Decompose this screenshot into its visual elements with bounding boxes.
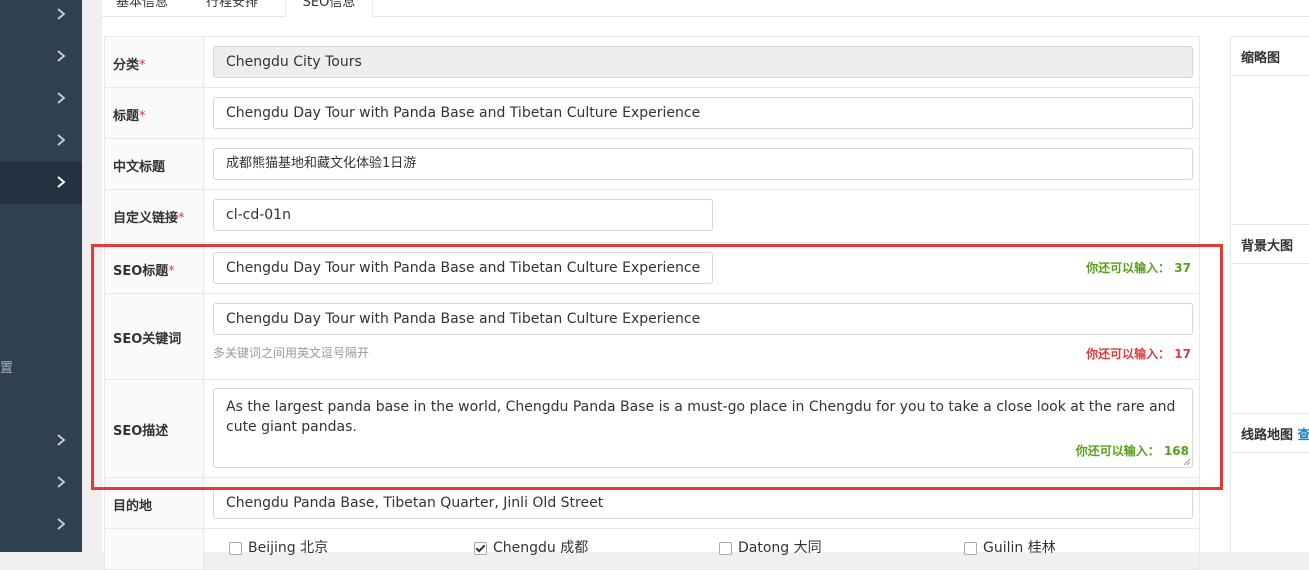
resize-handle-icon[interactable] <box>1183 458 1191 466</box>
chevron-right-icon <box>57 134 66 146</box>
sidebar-item[interactable] <box>0 462 82 504</box>
custom-link-input[interactable]: cl-cd-01n <box>213 199 713 231</box>
chevron-right-icon <box>57 434 66 446</box>
tab-label: SEO信息 <box>302 0 356 10</box>
checkbox-label: Datong 大同 <box>738 540 822 556</box>
city-checkbox-chengdu[interactable]: Chengdu 成都 <box>474 537 588 557</box>
field-label: 目的地 <box>105 478 204 528</box>
form-row-cn-title: 中文标题 成都熊猫基地和藏文化体验1日游 <box>104 139 1200 190</box>
checkbox-label: Guilin 桂林 <box>983 540 1056 556</box>
city-checkbox-datong[interactable]: Datong 大同 <box>719 537 822 557</box>
checkbox-label: Chengdu 成都 <box>493 540 589 556</box>
background-label: 背景大图 <box>1241 239 1294 254</box>
checkbox-icon[interactable] <box>964 541 977 555</box>
tab-itinerary[interactable]: 行程安排 <box>206 0 276 16</box>
title-input[interactable]: Chengdu Day Tour with Panda Base and Tib… <box>213 97 1193 129</box>
checkbox-icon[interactable] <box>229 541 242 555</box>
field-label: SEO关键词 <box>105 294 204 379</box>
city-checkbox-beijing[interactable]: Beijing 北京 <box>229 537 328 557</box>
destination-input[interactable]: Chengdu Panda Base, Tibetan Quarter, Jin… <box>213 487 1193 519</box>
cn-title-input[interactable]: 成都熊猫基地和藏文化体验1日游 <box>213 148 1193 180</box>
sidebar-item-active[interactable] <box>0 162 82 204</box>
route-map-section: 线路地图 查 <box>1231 413 1309 453</box>
seo-keywords-input[interactable]: Chengdu Day Tour with Panda Base and Tib… <box>213 303 1193 335</box>
seo-keywords-char-counter: 你还可以输入： 17 <box>1086 347 1191 361</box>
category-label: 分类 <box>113 58 140 73</box>
chevron-right-icon <box>57 92 66 104</box>
media-column: 缩略图 背景大图 线路地图 查 <box>1230 36 1309 552</box>
field-label: 分类* <box>105 37 204 87</box>
category-field: Chengdu City Tours <box>213 46 1193 78</box>
background-section: 背景大图 <box>1231 224 1309 264</box>
chevron-right-icon <box>57 476 66 488</box>
seo-description-char-counter: 你还可以输入： 168 <box>1075 444 1189 458</box>
sidebar: 置 <box>0 0 82 552</box>
cn-title-label: 中文标题 <box>113 160 166 175</box>
form-row-seo-description: SEO描述 As the largest panda base in the w… <box>104 380 1200 478</box>
thumbnail-section: 缩略图 <box>1231 36 1309 76</box>
seo-title-char-counter: 你还可以输入： 37 <box>1086 261 1191 275</box>
custom-link-label: 自定义链接 <box>113 211 179 226</box>
sidebar-item[interactable] <box>0 120 82 162</box>
field-label: SEO标题* <box>105 243 204 293</box>
seo-keywords-hint: 多关键词之间用英文逗号隔开 <box>213 346 370 360</box>
required-mark: * <box>178 211 185 226</box>
sidebar-item[interactable] <box>0 78 82 120</box>
form-row-destination: 目的地 Chengdu Panda Base, Tibetan Quarter,… <box>104 478 1200 529</box>
thumbnail-label: 缩略图 <box>1241 51 1281 66</box>
main-panel: 基本信息 行程安排 SEO信息 分类* Chengdu City Tours 标… <box>102 0 1309 570</box>
checkbox-checked-icon[interactable] <box>474 541 487 555</box>
title-label: 标题 <box>113 109 140 124</box>
required-mark: * <box>139 109 146 124</box>
product-form: 分类* Chengdu City Tours 标题* Chengdu Day T… <box>104 36 1200 570</box>
seo-description-label: SEO描述 <box>113 424 169 439</box>
route-map-view-link[interactable]: 查 <box>1298 428 1309 443</box>
chevron-right-icon <box>57 8 66 20</box>
form-row-seo-title: SEO标题* Chengdu Day Tour with Panda Base … <box>104 243 1200 294</box>
sidebar-item[interactable] <box>0 0 82 36</box>
seo-keywords-label: SEO关键词 <box>113 332 182 347</box>
field-label: 自定义链接* <box>105 190 204 242</box>
city-checkbox-guilin[interactable]: Guilin 桂林 <box>964 537 1056 557</box>
form-row-cities: Beijing 北京 Chengdu 成都 Datong 大同 Guilin 桂… <box>104 529 1200 570</box>
chevron-right-icon <box>57 50 66 62</box>
seo-title-label: SEO标题 <box>113 264 169 279</box>
form-row-seo-keywords: SEO关键词 Chengdu Day Tour with Panda Base … <box>104 294 1200 380</box>
field-label: 标题* <box>105 88 204 138</box>
tab-bar: 基本信息 行程安排 SEO信息 <box>102 0 1309 17</box>
seo-title-input[interactable]: Chengdu Day Tour with Panda Base and Tib… <box>213 252 713 284</box>
form-row-category: 分类* Chengdu City Tours <box>104 37 1200 88</box>
tab-basic-info[interactable]: 基本信息 <box>116 0 186 16</box>
sidebar-item[interactable] <box>0 504 82 546</box>
sidebar-item[interactable] <box>0 420 82 462</box>
tab-label: 基本信息 <box>116 0 169 10</box>
chevron-right-icon <box>57 176 66 188</box>
destination-label: 目的地 <box>113 499 153 514</box>
seo-description-textarea[interactable]: As the largest panda base in the world, … <box>213 388 1193 468</box>
form-row-custom-link: 自定义链接* cl-cd-01n <box>104 190 1200 243</box>
route-map-label: 线路地图 <box>1241 428 1294 443</box>
field-label: SEO描述 <box>105 380 204 477</box>
sidebar-submenu-text[interactable]: 置 <box>0 357 13 376</box>
sidebar-item[interactable] <box>0 36 82 78</box>
tab-label: 行程安排 <box>206 0 259 10</box>
checkbox-icon[interactable] <box>719 541 732 555</box>
field-label: 中文标题 <box>105 139 204 189</box>
form-row-title: 标题* Chengdu Day Tour with Panda Base and… <box>104 88 1200 139</box>
field-label <box>105 529 204 569</box>
required-mark: * <box>168 264 175 279</box>
chevron-right-icon <box>57 518 66 530</box>
required-mark: * <box>139 58 146 73</box>
checkbox-label: Beijing 北京 <box>248 540 329 556</box>
tab-seo-active[interactable]: SEO信息 <box>285 0 373 17</box>
